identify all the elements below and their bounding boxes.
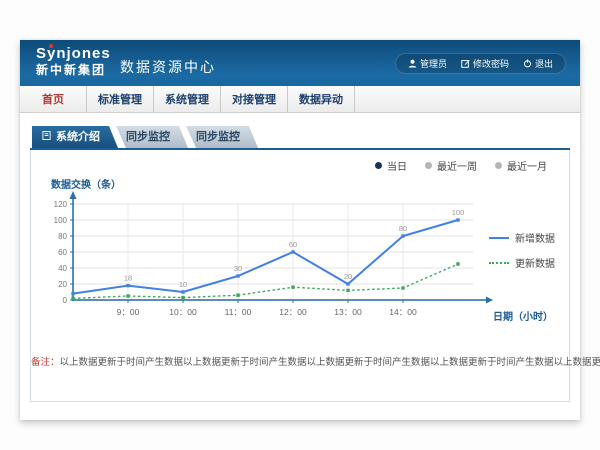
svg-text:13：00: 13：00 — [334, 307, 362, 317]
svg-text:30: 30 — [234, 264, 242, 273]
tab-system-intro[interactable]: 系统介绍 — [32, 126, 118, 148]
radio-icon — [425, 162, 432, 169]
svg-text:0: 0 — [63, 296, 68, 305]
nav-item-interface-mgmt[interactable]: 对接管理 — [221, 86, 288, 112]
document-icon — [42, 126, 51, 148]
nav-item-home[interactable]: 首页 — [20, 86, 87, 112]
svg-text:100: 100 — [452, 208, 465, 217]
filter-label: 最近一月 — [507, 158, 547, 173]
footnote: 备注：以上数据更新于时间产生数据以上数据更新于时间产生数据以上数据更新于时间产生… — [31, 354, 569, 368]
brand-logo: Synjones 新中新集团 — [36, 45, 111, 78]
svg-text:120: 120 — [54, 200, 68, 209]
svg-text:20: 20 — [344, 272, 352, 281]
header-user-actions: 管理员 修改密码 退出 — [395, 53, 566, 74]
footnote-text: 以上数据更新于时间产生数据以上数据更新于时间产生数据以上数据更新于时间产生数据以… — [60, 357, 600, 368]
filter-label: 当日 — [387, 158, 407, 173]
logout-button[interactable]: 退出 — [523, 57, 553, 70]
top-header: Synjones 新中新集团 数据资源中心 管理员 修改密码 — [20, 40, 580, 86]
user-label: 管理员 — [420, 57, 447, 70]
logout-label: 退出 — [535, 57, 553, 70]
nav-item-data-change[interactable]: 数据异动 — [288, 86, 355, 112]
tab-bar: 系统介绍 同步监控 同步监控 — [32, 126, 254, 148]
svg-text:9：00: 9：00 — [117, 307, 140, 317]
range-filter-group: 当日 最近一周 最近一月 — [375, 158, 547, 173]
logo-accent-dot — [49, 44, 53, 48]
filter-today[interactable]: 当日 — [375, 158, 407, 173]
svg-text:40: 40 — [58, 264, 67, 273]
svg-text:12：00: 12：00 — [279, 307, 307, 317]
filter-label: 最近一周 — [437, 158, 477, 173]
portal-title: 数据资源中心 — [120, 57, 216, 77]
svg-text:20: 20 — [58, 280, 67, 289]
legend-new-data: 新增数据 — [489, 230, 555, 245]
change-password-button[interactable]: 修改密码 — [461, 57, 509, 70]
app-window: Synjones 新中新集团 数据资源中心 管理员 修改密码 — [20, 40, 580, 420]
svg-text:60: 60 — [289, 240, 297, 249]
series-legend: 新增数据 更新数据 — [489, 230, 555, 270]
logo-wordmark: Synjones — [36, 45, 111, 62]
footnote-prefix: 备注： — [31, 357, 60, 368]
power-icon — [523, 59, 532, 68]
user-icon — [408, 59, 417, 68]
edit-icon — [461, 59, 470, 68]
legend-updated-data: 更新数据 — [489, 255, 555, 270]
legend-label: 更新数据 — [515, 255, 555, 270]
dotted-line-icon — [489, 262, 509, 264]
chart-canvas: 0 20 40 60 80 100 120 9：00 10：00 11：00 12：00 13：00 1… — [49, 190, 509, 326]
logo-text: Synjones — [36, 45, 111, 62]
svg-text:80: 80 — [399, 224, 407, 233]
x-axis-title: 日期（小时） — [493, 308, 553, 323]
solid-line-icon — [489, 237, 509, 239]
svg-text:80: 80 — [58, 232, 67, 241]
main-nav: 首页 标准管理 系统管理 对接管理 数据异动 — [20, 86, 580, 113]
change-password-label: 修改密码 — [473, 57, 509, 70]
line-chart: 0 20 40 60 80 100 120 9：00 10：00 11：00 12：00 13：00 1… — [49, 190, 509, 326]
filter-last-week[interactable]: 最近一周 — [425, 158, 477, 173]
tab-sync-monitor-2[interactable]: 同步监控 — [186, 126, 258, 148]
legend-label: 新增数据 — [515, 230, 555, 245]
radio-icon — [375, 162, 382, 169]
chart-panel: 当日 最近一周 最近一月 数据交换（条） 0 20 40 60 80 100 120 9：00… — [30, 150, 570, 402]
tab-label: 系统介绍 — [56, 126, 100, 148]
page-background: Synjones 新中新集团 数据资源中心 管理员 修改密码 — [0, 0, 600, 450]
logo-company-name: 新中新集团 — [36, 62, 111, 78]
tab-sync-monitor-1[interactable]: 同步监控 — [116, 126, 188, 148]
svg-text:10: 10 — [179, 280, 187, 289]
svg-text:60: 60 — [58, 248, 67, 257]
svg-text:100: 100 — [54, 216, 68, 225]
svg-text:11：00: 11：00 — [225, 307, 252, 317]
y-axis-title: 数据交换（条） — [51, 176, 121, 191]
filter-last-month[interactable]: 最近一月 — [495, 158, 547, 173]
nav-item-system-mgmt[interactable]: 系统管理 — [154, 86, 221, 112]
svg-text:10：00: 10：00 — [169, 307, 197, 317]
nav-item-standard-mgmt[interactable]: 标准管理 — [87, 86, 154, 112]
svg-text:14：00: 14：00 — [389, 307, 417, 317]
radio-icon — [495, 162, 502, 169]
svg-text:18: 18 — [124, 274, 132, 283]
user-account-button[interactable]: 管理员 — [408, 57, 447, 70]
